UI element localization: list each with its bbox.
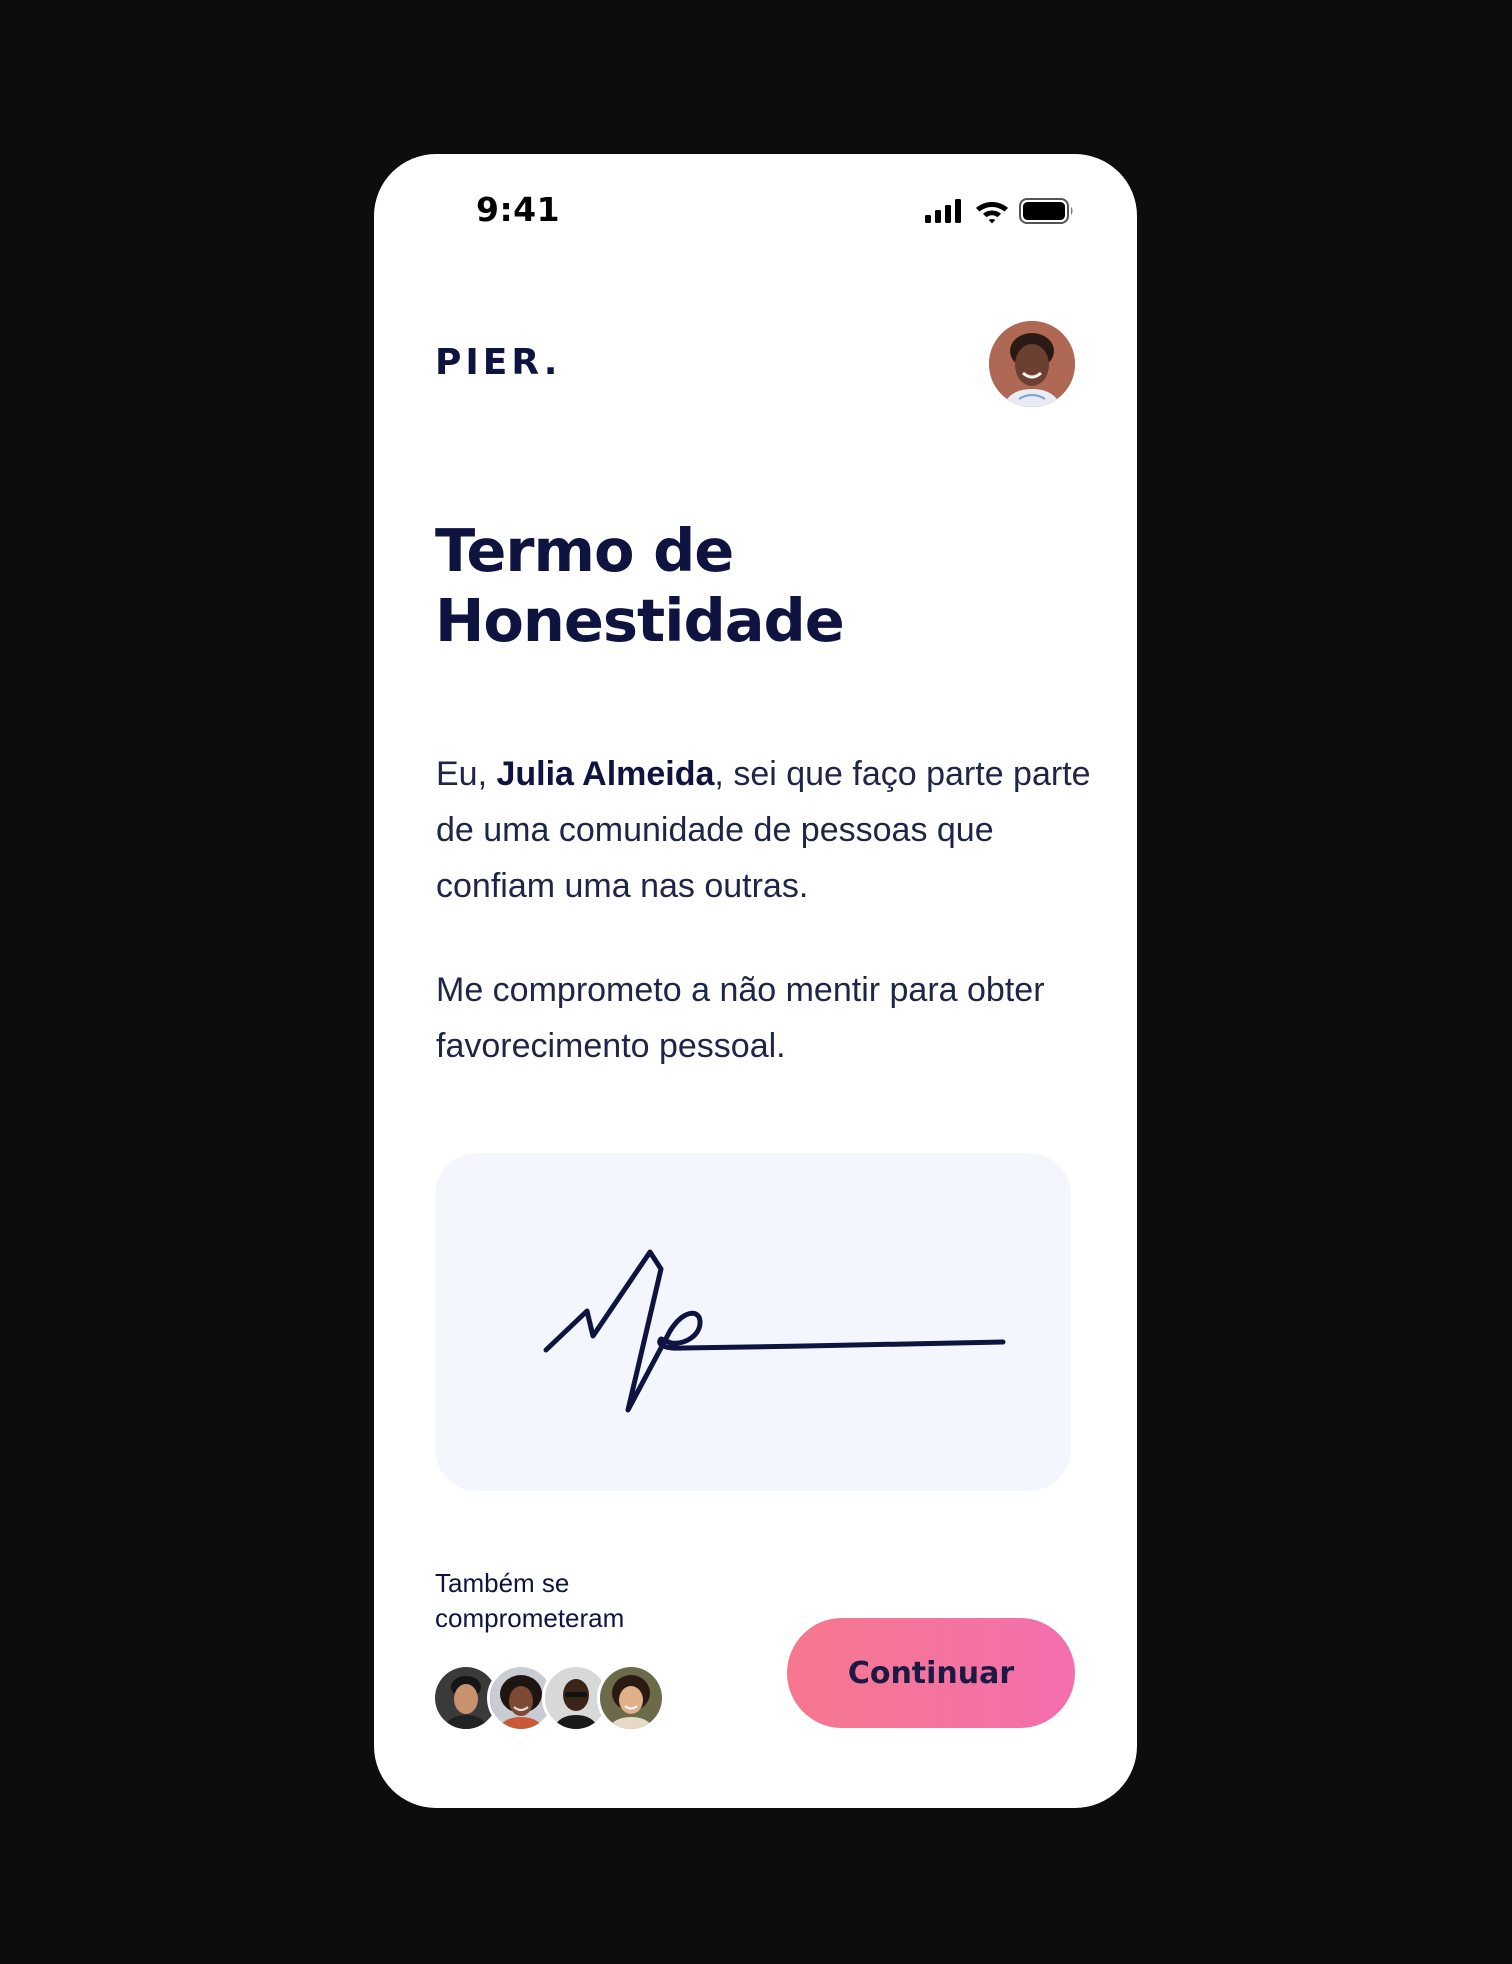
- status-time: 9:41: [476, 190, 561, 229]
- signature-pad[interactable]: [435, 1153, 1071, 1491]
- page-title: Termo de Honestidade: [435, 516, 845, 656]
- phone-screen: 9:41 PIER. Termo de Honestidade Eu, Juli…: [374, 154, 1137, 1808]
- cellular-signal-icon: [925, 199, 961, 223]
- battery-icon: [1019, 198, 1073, 224]
- signature-stroke: [543, 1249, 1006, 1413]
- member-avatar-4: [597, 1664, 665, 1732]
- continue-button[interactable]: Continuar: [787, 1618, 1075, 1728]
- commitment-paragraph-2: Me comprometo a não mentir para obter fa…: [436, 971, 1045, 1065]
- status-icons: [925, 198, 1075, 224]
- wifi-icon: [976, 202, 1008, 224]
- committed-avatars: [432, 1664, 675, 1732]
- also-committed-label: Também se comprometeram: [435, 1568, 625, 1633]
- title-line-2: Honestidade: [435, 586, 845, 655]
- profile-avatar[interactable]: [989, 321, 1075, 407]
- commitment-paragraph-1: Eu, Julia Almeida, sei que faço parte pa…: [436, 746, 1096, 914]
- brand-logo: PIER.: [435, 342, 562, 383]
- paragraph-prefix: Eu,: [436, 755, 497, 793]
- user-name: Julia Almeida: [496, 755, 715, 793]
- title-line-1: Termo de: [435, 516, 734, 585]
